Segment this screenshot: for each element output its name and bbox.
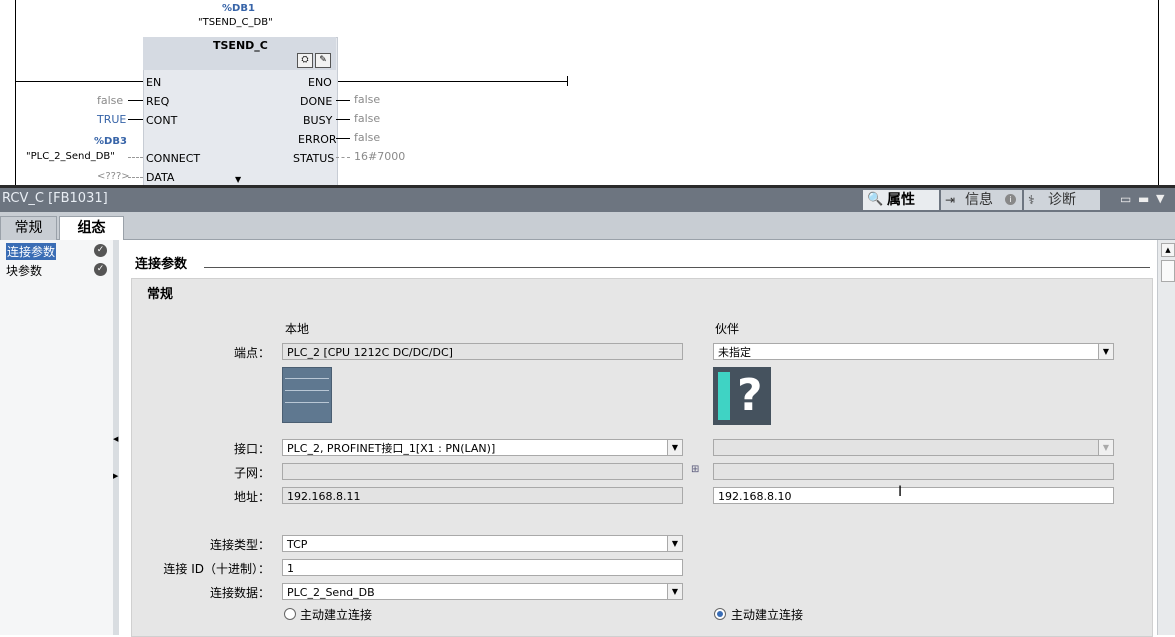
conn-id-label: 连接 ID（十进制）： xyxy=(163,562,270,576)
tab-general[interactable]: 常规 xyxy=(0,216,57,240)
active-partner-label[interactable]: 主动建立连接 xyxy=(731,606,803,623)
conn-data-label: 连接数据： xyxy=(209,586,270,600)
pin-data: DATA xyxy=(146,171,175,184)
subtab-row: 常规 组态 xyxy=(0,212,1175,240)
chevron-down-icon[interactable]: ▼ xyxy=(667,440,682,455)
req-value[interactable]: false xyxy=(97,94,123,107)
pin-eno: ENO xyxy=(308,76,332,89)
inspector-titlebar: RCV_C [FB1031] 🔍 属性 ⇥ 信息 i ⚕ 诊断 ▭ ▬ ▼ xyxy=(0,188,1175,212)
connect-db-number: %DB3 xyxy=(94,136,127,147)
check-icon: ✓ xyxy=(94,244,107,257)
endpoint-local-field: PLC_2 [CPU 1212C DC/DC/DC] xyxy=(282,343,683,360)
magnifier-icon: 🔍 xyxy=(867,192,884,207)
ladder-view: %DB1 "TSEND_C_DB" TSEND_C ⛭ ✎ EN ENO fal… xyxy=(0,0,1175,185)
tab-properties[interactable]: 🔍 属性 xyxy=(863,190,939,210)
network-icon: ⊞ xyxy=(691,464,700,475)
group-title: 常规 xyxy=(147,287,174,302)
conn-id-input[interactable]: 1 xyxy=(282,559,683,576)
info-list-icon: ⇥ xyxy=(945,193,956,207)
scroll-up-icon[interactable]: ▲ xyxy=(1161,243,1175,257)
busy-value[interactable]: false xyxy=(354,112,380,125)
chevron-down-icon[interactable]: ▼ xyxy=(667,536,682,551)
address-partner-input[interactable]: 192.168.8.10 xyxy=(713,487,1114,504)
tab-diagnostics[interactable]: ⚕ 诊断 xyxy=(1024,190,1100,210)
pin-status: STATUS xyxy=(293,152,335,165)
col-partner: 伙伴 xyxy=(715,322,740,336)
nav-item-connection-params[interactable]: 连接参数 xyxy=(6,243,57,260)
done-value[interactable]: false xyxy=(354,93,380,106)
check-icon: ✓ xyxy=(94,263,107,276)
pin-error: ERROR xyxy=(298,133,337,146)
window-minimize-icon[interactable]: ▬ xyxy=(1138,192,1149,206)
subnet-partner-field xyxy=(713,463,1114,480)
status-value[interactable]: 16#7000 xyxy=(354,150,405,163)
active-local-label[interactable]: 主动建立连接 xyxy=(300,606,372,623)
nav-item-block-params[interactable]: 块参数 xyxy=(6,262,42,279)
endpoint-label: 端点： xyxy=(233,346,270,360)
expand-arrow-icon[interactable]: ▼ xyxy=(235,175,241,184)
window-menu-icon[interactable]: ▼ xyxy=(1156,192,1164,205)
active-partner-radio[interactable] xyxy=(714,608,726,620)
conn-type-label: 连接类型： xyxy=(209,538,270,552)
db-number: %DB1 xyxy=(222,3,255,14)
error-value[interactable]: false xyxy=(354,131,380,144)
plc-device-icon xyxy=(282,367,332,423)
subnet-local-field xyxy=(282,463,683,480)
text-cursor-icon: I xyxy=(898,484,903,500)
active-local-radio[interactable] xyxy=(284,608,296,620)
pin-req: REQ xyxy=(146,95,170,108)
pin-busy: BUSY xyxy=(303,114,333,127)
eno-wire xyxy=(336,81,568,82)
tab-info[interactable]: ⇥ 信息 i xyxy=(941,190,1022,210)
tab-configuration[interactable]: 组态 xyxy=(59,216,124,240)
unknown-device-icon: ? xyxy=(713,367,771,425)
address-label: 地址： xyxy=(233,490,270,504)
interface-partner-select[interactable]: ▼ xyxy=(713,439,1114,456)
inspector-title: RCV_C [FB1031] xyxy=(2,191,108,206)
window-restore-icon[interactable]: ▭ xyxy=(1120,192,1131,206)
subnet-label: 子网： xyxy=(233,466,270,480)
expand-right-icon[interactable]: ▶ xyxy=(113,472,118,480)
db-name[interactable]: "TSEND_C_DB" xyxy=(198,17,273,28)
collapse-left-icon[interactable]: ◀ xyxy=(113,435,118,443)
diagnostics-icon: ⚕ xyxy=(1028,193,1035,207)
interface-local-select[interactable]: PLC_2, PROFINET接口_1[X1 : PN(LAN)] ▼ xyxy=(282,439,683,456)
scroll-thumb[interactable] xyxy=(1161,260,1175,282)
interface-label: 接口： xyxy=(233,442,270,456)
col-local: 本地 xyxy=(285,322,310,336)
pin-en: EN xyxy=(146,76,162,89)
data-value[interactable]: <???> xyxy=(97,171,130,182)
info-icon: i xyxy=(1005,194,1016,205)
vertical-scrollbar[interactable]: ▲ xyxy=(1157,240,1175,635)
cont-value[interactable]: TRUE xyxy=(97,113,126,126)
endpoint-partner-select[interactable]: 未指定 ▼ xyxy=(713,343,1114,360)
conn-data-select[interactable]: PLC_2_Send_DB ▼ xyxy=(282,583,683,600)
power-rail-left xyxy=(15,0,16,185)
section-divider xyxy=(204,267,1150,268)
chevron-down-icon[interactable]: ▼ xyxy=(1098,344,1113,359)
address-local-field: 192.168.8.11 xyxy=(282,487,683,504)
pin-cont: CONT xyxy=(146,114,178,127)
chevron-down-icon[interactable]: ▼ xyxy=(667,584,682,599)
pin-done: DONE xyxy=(300,95,333,108)
en-wire xyxy=(15,81,143,82)
section-heading: 连接参数 xyxy=(135,257,188,272)
power-rail-right xyxy=(1158,0,1159,185)
conn-type-select[interactable]: TCP ▼ xyxy=(282,535,683,552)
chevron-down-icon[interactable]: ▼ xyxy=(1098,440,1113,455)
block-name: TSEND_C xyxy=(213,39,268,52)
connect-value[interactable]: "PLC_2_Send_DB" xyxy=(26,151,115,162)
diagnostics-icon[interactable]: ✎ xyxy=(315,53,331,68)
pin-connect: CONNECT xyxy=(146,152,201,165)
config-icon[interactable]: ⛭ xyxy=(297,53,313,68)
left-nav: 连接参数 ✓ 块参数 ✓ xyxy=(0,240,114,635)
